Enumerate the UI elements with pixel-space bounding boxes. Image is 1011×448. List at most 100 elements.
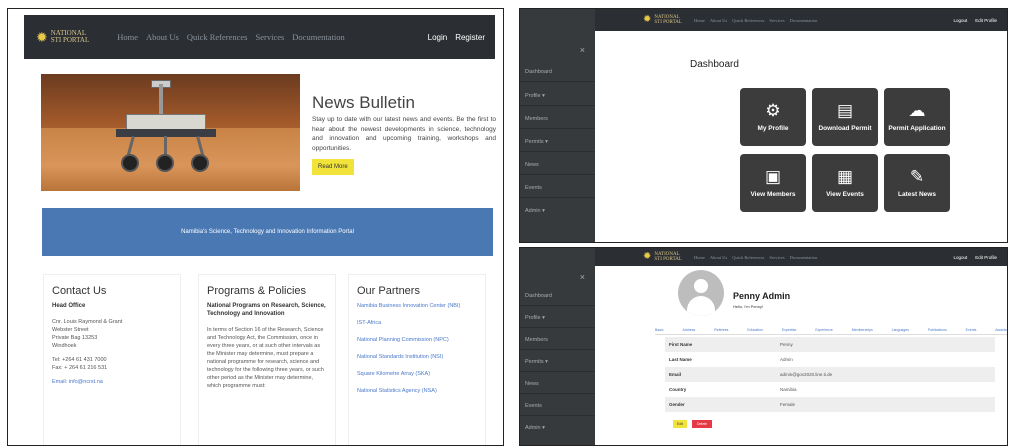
- tile-view-members[interactable]: ▣ View Members: [740, 154, 806, 212]
- sidebar-item-events[interactable]: Events: [525, 185, 542, 191]
- sidebar-item-profile[interactable]: Profile ▾: [525, 315, 545, 321]
- nav-about[interactable]: About Us: [146, 32, 179, 42]
- programs-policies-section: Programs & Policies National Programs on…: [198, 274, 336, 445]
- sidebar-item-dashboard[interactable]: Dashboard: [525, 293, 552, 299]
- sidebar-item-events[interactable]: Events: [525, 403, 542, 409]
- edit-profile-link[interactable]: Edit Profile: [975, 18, 997, 23]
- profile-navbar: ✹ NATIONAL STI PORTAL Home About Us Quic…: [595, 248, 1007, 266]
- tile-label: Latest News: [898, 191, 936, 199]
- close-icon[interactable]: ×: [580, 272, 585, 282]
- nav-quick-references[interactable]: Quick References: [732, 255, 764, 260]
- logout-link[interactable]: Logout: [953, 18, 967, 23]
- sun-logo-icon: ✹: [36, 29, 48, 45]
- nav-services[interactable]: Services: [769, 255, 784, 260]
- tile-label: My Profile: [757, 125, 789, 133]
- tab-address[interactable]: Address: [682, 328, 695, 332]
- site-logo[interactable]: ✹ NATIONAL STI PORTAL: [36, 29, 90, 45]
- register-link[interactable]: Register: [455, 33, 485, 42]
- sidebar: × Dashboard Profile ▾ Members Permits ▾ …: [520, 9, 595, 242]
- cloud-upload-icon: ☁: [908, 101, 926, 121]
- read-more-button[interactable]: Read More: [312, 159, 354, 175]
- nav-services[interactable]: Services: [769, 18, 784, 23]
- contact-title: Contact Us: [52, 285, 107, 297]
- sidebar-item-permits[interactable]: Permits ▾: [525, 359, 548, 365]
- our-partners-section: Our Partners Namibia Business Innovation…: [348, 274, 486, 445]
- tile-my-profile[interactable]: ⚙ My Profile: [740, 88, 806, 146]
- email-link[interactable]: Email: info@ncrst.na: [52, 378, 172, 386]
- sidebar-item-permits[interactable]: Permits ▾: [525, 139, 548, 145]
- tile-label: Download Permit: [818, 125, 872, 133]
- nav-home[interactable]: Home: [694, 18, 705, 23]
- field-label: Last Name: [669, 357, 692, 362]
- tel-line: Tel: +264 61 431 7000: [52, 357, 107, 363]
- tile-download-permit[interactable]: ▤ Download Permit: [812, 88, 878, 146]
- nav-about[interactable]: About Us: [710, 255, 727, 260]
- edit-profile-link[interactable]: Edit Profile: [975, 255, 997, 260]
- nav-home[interactable]: Home: [117, 32, 138, 42]
- field-value: Penny: [780, 342, 793, 347]
- sidebar: × Dashboard Profile ▾ Members Permits ▾ …: [520, 248, 595, 445]
- tab-education[interactable]: Education: [747, 328, 763, 332]
- partner-link[interactable]: National Statistics Agency (NSA): [357, 387, 477, 395]
- profile-table: First Name Penny Last Name Admin Email a…: [665, 337, 995, 412]
- sidebar-item-news[interactable]: News: [525, 162, 539, 168]
- tab-publications[interactable]: Publications: [928, 328, 947, 332]
- partner-link[interactable]: Namibia Business Innovation Center (NBI): [357, 302, 477, 310]
- logo-line2: STI PORTAL: [50, 36, 90, 44]
- tab-events[interactable]: Events: [966, 328, 977, 332]
- delete-button[interactable]: Delete: [692, 420, 712, 428]
- site-logo[interactable]: ✹ NATIONAL STI PORTAL: [643, 252, 682, 263]
- partner-link[interactable]: Square Kilometre Array (SKA): [357, 370, 477, 378]
- sidebar-item-members[interactable]: Members: [525, 116, 548, 122]
- tile-permit-application[interactable]: ☁ Permit Application: [884, 88, 950, 146]
- tab-basic[interactable]: Basic: [655, 328, 664, 332]
- field-value: admin@gov2020.line.ti.de: [780, 372, 833, 377]
- close-icon[interactable]: ×: [580, 45, 585, 55]
- nav-home[interactable]: Home: [694, 255, 705, 260]
- tile-label: View Members: [750, 191, 796, 199]
- mars-rover-image: [41, 74, 300, 191]
- nav-documentation[interactable]: Documentation: [292, 32, 344, 42]
- nav-about[interactable]: About Us: [710, 18, 727, 23]
- profile-name: Penny Admin: [733, 291, 791, 301]
- nav-services[interactable]: Services: [256, 32, 285, 42]
- tab-expertise[interactable]: Expertise: [782, 328, 797, 332]
- head-office-label: Head Office: [52, 303, 86, 309]
- sidebar-item-admin[interactable]: Admin ▾: [525, 425, 545, 431]
- nav-quick-references[interactable]: Quick References: [732, 18, 764, 23]
- site-logo[interactable]: ✹ NATIONAL STI PORTAL: [643, 14, 682, 26]
- partner-link[interactable]: National Standards Institution (NSI): [357, 353, 477, 361]
- table-row: First Name Penny: [665, 337, 995, 352]
- tab-languages[interactable]: Languages: [892, 328, 909, 332]
- tile-view-events[interactable]: ▦ View Events: [812, 154, 878, 212]
- home-page-screenshot: ✹ NATIONAL STI PORTAL Home About Us Quic…: [7, 8, 504, 446]
- profile-tabs: Basic Address Referees Education Experti…: [655, 328, 1007, 335]
- sun-logo-icon: ✹: [643, 14, 652, 25]
- field-value: Female: [780, 402, 796, 407]
- sidebar-item-dashboard[interactable]: Dashboard: [525, 69, 552, 75]
- news-edit-icon: ✎: [909, 167, 925, 187]
- field-label: Gender: [669, 402, 685, 407]
- login-link[interactable]: Login: [428, 33, 448, 42]
- table-row: Gender Female: [665, 397, 995, 412]
- tile-latest-news[interactable]: ✎ Latest News: [884, 154, 950, 212]
- logo-line2: STI PORTAL: [654, 20, 682, 25]
- sidebar-item-news[interactable]: News: [525, 381, 539, 387]
- sidebar-item-members[interactable]: Members: [525, 337, 548, 343]
- partner-link[interactable]: IST-Africa: [357, 319, 477, 327]
- nav-documentation[interactable]: Documentation: [790, 255, 818, 260]
- tab-referees[interactable]: Referees: [714, 328, 728, 332]
- tab-awards[interactable]: Awards: [995, 328, 1007, 332]
- tab-memberships[interactable]: Memberships: [852, 328, 873, 332]
- edit-button[interactable]: Edit: [673, 420, 687, 428]
- sidebar-item-profile[interactable]: Profile ▾: [525, 93, 545, 99]
- avatar: [678, 270, 724, 316]
- nav-quick-references[interactable]: Quick References: [187, 32, 248, 42]
- partner-link[interactable]: National Planning Commission (NPC): [357, 336, 477, 344]
- logout-link[interactable]: Logout: [953, 255, 967, 260]
- nav-documentation[interactable]: Documentation: [790, 18, 818, 23]
- profile-greeting: Hello, I'm Penny!: [733, 304, 764, 309]
- sidebar-item-admin[interactable]: Admin ▾: [525, 208, 545, 214]
- tab-experience[interactable]: Experience: [815, 328, 833, 332]
- dashboard-title: Dashboard: [690, 59, 739, 70]
